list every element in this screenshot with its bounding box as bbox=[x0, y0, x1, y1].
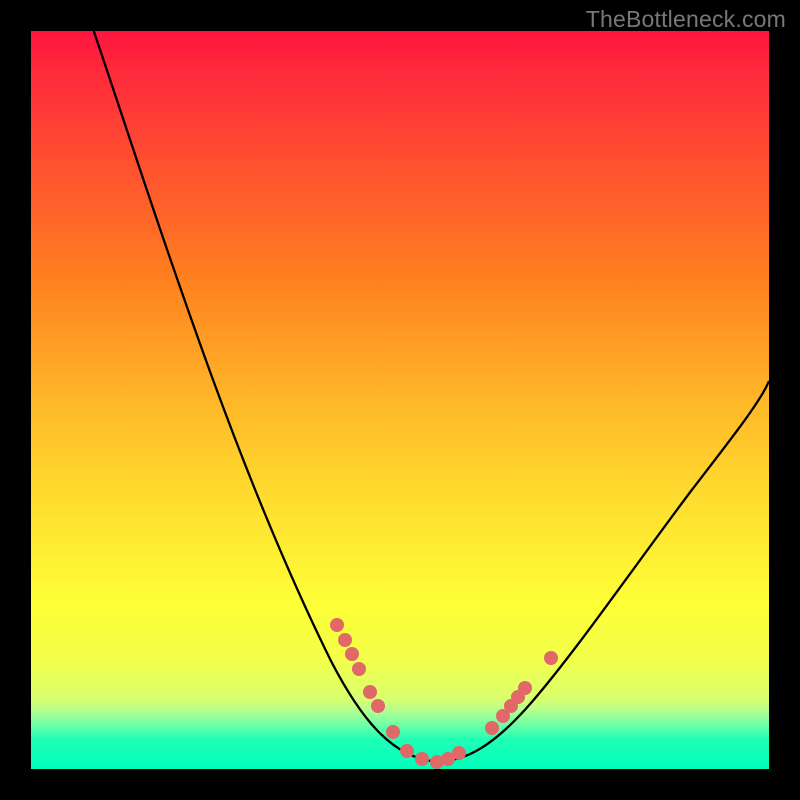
bottleneck-curve bbox=[94, 31, 769, 761]
watermark-text: TheBottleneck.com bbox=[586, 6, 786, 33]
plot-area bbox=[31, 31, 769, 769]
highlight-points bbox=[330, 618, 558, 769]
chart-frame: TheBottleneck.com bbox=[0, 0, 800, 800]
chart-svg bbox=[31, 31, 769, 769]
